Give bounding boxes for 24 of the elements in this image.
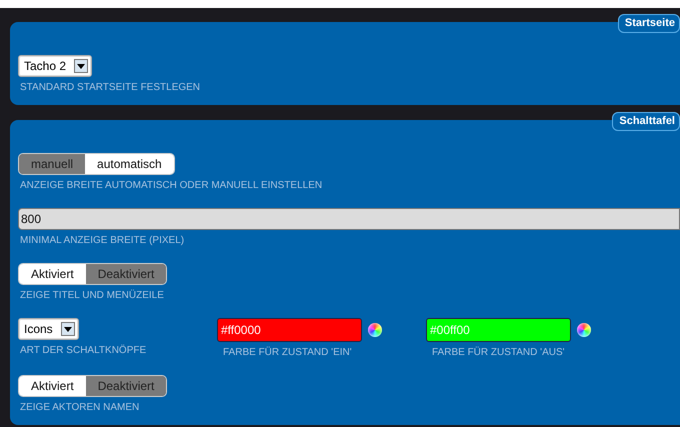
- toggle-option[interactable]: Aktiviert: [19, 376, 86, 396]
- caret-icon: [60, 322, 75, 336]
- toggle-option[interactable]: Deaktiviert: [86, 376, 166, 396]
- color-field[interactable]: #ff0000: [217, 318, 362, 342]
- color-wheel-icon[interactable]: [368, 323, 382, 337]
- setting-label: ZEIGE AKTOREN NAMEN: [20, 402, 140, 414]
- panel-legend: Schalttafel: [612, 112, 680, 131]
- setting-label: FARBE FÜR ZUSTAND 'EIN': [223, 347, 352, 359]
- dropdown[interactable]: Tacho 2: [18, 55, 92, 77]
- setting-label: ART DER SCHALTKNÖPFE: [20, 345, 146, 357]
- panel-legend: Startseite: [618, 14, 680, 33]
- width-input[interactable]: 800: [18, 208, 680, 230]
- toggle-option[interactable]: manuell: [19, 154, 86, 174]
- setting-label: MINIMAL ANZEIGE BREITE (PIXEL): [20, 235, 184, 247]
- caret-icon: [74, 59, 88, 73]
- dropdown[interactable]: Icons: [18, 318, 79, 340]
- setting-label: ANZEIGE BREITE AUTOMATISCH ODER MANUELL EINSTELLEN: [20, 180, 322, 192]
- toggle-option[interactable]: automatisch: [85, 154, 174, 174]
- toggle-option[interactable]: Aktiviert: [19, 264, 86, 284]
- toggle-option[interactable]: Deaktiviert: [86, 264, 166, 284]
- setting-label: FARBE FÜR ZUSTAND 'AUS': [432, 347, 565, 359]
- setting-label: ZEIGE TITEL UND MENÜZEILE: [20, 290, 164, 302]
- color-wheel-icon[interactable]: [577, 323, 591, 337]
- setting-label: STANDARD STARTSEITE FESTLEGEN: [20, 82, 200, 94]
